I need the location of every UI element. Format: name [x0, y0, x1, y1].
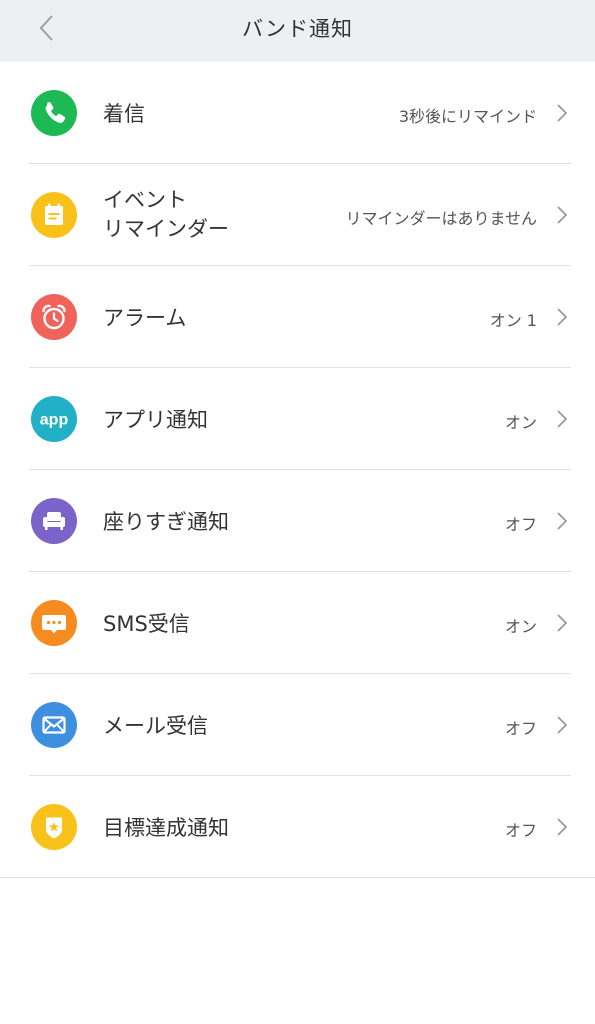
setting-value: オフ: [504, 719, 537, 738]
sofa-icon: [31, 498, 77, 544]
chevron-right-icon: [557, 818, 568, 836]
setting-value: オン 1: [489, 311, 537, 330]
setting-row-incoming-call[interactable]: 着信 3秒後にリマインド: [0, 62, 595, 164]
chevron-right-icon: [557, 410, 568, 428]
app-icon-text: app: [40, 412, 69, 429]
setting-label: 着信: [103, 102, 145, 126]
navigation-bar: バンド通知: [0, 0, 595, 62]
alarm-clock-icon: [31, 294, 77, 340]
notification-settings-list: 着信 3秒後にリマインド イベント リマインダー リマインダーはありません アラ…: [0, 62, 595, 878]
setting-label: 座りすぎ通知: [103, 510, 229, 534]
setting-row-mail[interactable]: メール受信 オフ: [0, 674, 595, 776]
setting-row-goal-achieved[interactable]: 目標達成通知 オフ: [0, 776, 595, 878]
setting-row-event-reminder[interactable]: イベント リマインダー リマインダーはありません: [0, 164, 595, 266]
setting-row-app-notification[interactable]: app アプリ通知 オン: [0, 368, 595, 470]
setting-row-sitting-reminder[interactable]: 座りすぎ通知 オフ: [0, 470, 595, 572]
chevron-right-icon: [557, 308, 568, 326]
setting-value: オン: [504, 617, 537, 636]
page-title: バンド通知: [241, 17, 354, 41]
setting-value: オフ: [504, 515, 537, 534]
app-icon: app: [31, 396, 77, 442]
chevron-right-icon: [557, 716, 568, 734]
phone-icon: [31, 90, 77, 136]
setting-value: オン: [504, 413, 537, 432]
setting-label-line-2: リマインダー: [103, 217, 229, 241]
mail-icon: [31, 702, 77, 748]
setting-value: 3秒後にリマインド: [398, 107, 537, 126]
setting-label: 目標達成通知: [103, 816, 229, 840]
setting-value: リマインダーはありません: [345, 209, 537, 228]
divider: [0, 877, 595, 878]
chevron-right-icon: [557, 614, 568, 632]
setting-label: アラーム: [103, 306, 187, 330]
setting-label: アプリ通知: [103, 408, 208, 432]
setting-row-sms[interactable]: SMS受信 オン: [0, 572, 595, 674]
setting-row-alarm[interactable]: アラーム オン 1: [0, 266, 595, 368]
setting-label: メール受信: [103, 714, 208, 738]
chevron-right-icon: [557, 206, 568, 224]
chevron-right-icon: [557, 104, 568, 122]
setting-label-line-1: イベント: [103, 188, 187, 212]
setting-label: SMS受信: [103, 612, 190, 636]
message-icon: [31, 600, 77, 646]
chevron-right-icon: [557, 512, 568, 530]
setting-label: イベント リマインダー: [103, 186, 229, 244]
setting-value: オフ: [504, 821, 537, 840]
goal-badge-icon: [31, 804, 77, 850]
calendar-icon: [31, 192, 77, 238]
